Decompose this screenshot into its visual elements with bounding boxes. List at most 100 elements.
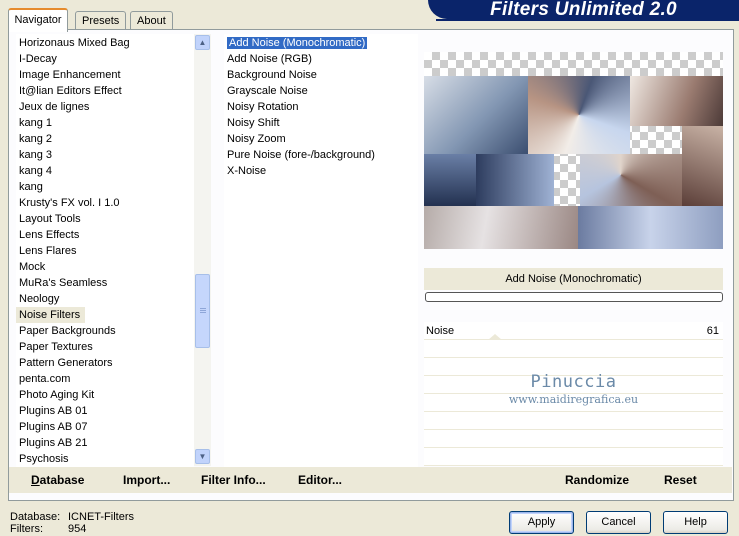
cancel-button[interactable]: Cancel: [586, 511, 651, 534]
randomize-button[interactable]: Randomize: [565, 473, 629, 487]
tab-about[interactable]: About: [130, 11, 173, 30]
category-item[interactable]: Psychosis: [16, 451, 194, 467]
category-item[interactable]: Lens Flares: [16, 243, 194, 259]
filter-item[interactable]: Add Noise (Monochromatic): [224, 35, 418, 51]
reset-button[interactable]: Reset: [664, 473, 697, 487]
filter-item-label: Background Noise: [227, 69, 317, 81]
filter-info-label: Filter Info...: [201, 473, 266, 487]
category-item[interactable]: Mock: [16, 259, 194, 275]
category-item[interactable]: Pattern Generators: [16, 355, 194, 371]
category-item[interactable]: Noise Filters: [16, 307, 86, 323]
filter-item[interactable]: Noisy Shift: [224, 115, 418, 131]
category-item[interactable]: Image Enhancement: [16, 67, 194, 83]
filter-item[interactable]: Add Noise (RGB): [224, 51, 418, 67]
preview-tile: [424, 76, 528, 154]
category-item[interactable]: It@lian Editors Effect: [16, 83, 194, 99]
filter-item[interactable]: Grayscale Noise: [224, 83, 418, 99]
filter-item[interactable]: X-Noise: [224, 163, 418, 179]
preview-tile: [424, 206, 578, 249]
grip-line: [200, 310, 206, 311]
editor-button[interactable]: Editor...: [298, 473, 342, 487]
category-item[interactable]: Jeux de lignes: [16, 99, 194, 115]
app-title: Filters Unlimited 2.0: [490, 0, 677, 20]
filter-item[interactable]: Noisy Zoom: [224, 131, 418, 147]
grip-line: [200, 312, 206, 313]
status-filters-key: Filters:: [10, 523, 43, 535]
filter-list[interactable]: Add Noise (Monochromatic) Add Noise (RGB)…: [224, 34, 418, 467]
category-item[interactable]: Paper Backgrounds: [16, 323, 194, 339]
status-database-key: Database:: [10, 511, 61, 523]
apply-button[interactable]: Apply: [509, 511, 574, 534]
filter-item-label: Noisy Rotation: [227, 101, 299, 113]
tab-presets[interactable]: Presets: [75, 11, 127, 30]
chevron-down-icon: ▼: [198, 452, 207, 461]
preview-tile: [580, 154, 682, 206]
database-hotkey: D: [31, 473, 40, 487]
parameter-row-empty: [424, 412, 723, 430]
watermark-name: Pinuccia: [530, 372, 617, 392]
preview-tile: [528, 76, 630, 154]
parameter-row-empty: [424, 430, 723, 448]
category-item[interactable]: Neology: [16, 291, 194, 307]
filter-info-button[interactable]: Filter Info...: [201, 473, 266, 487]
preview-tile: [476, 154, 554, 206]
watermark-url: www.maidiregrafica.eu: [508, 393, 639, 406]
import-button[interactable]: Import...: [123, 473, 170, 487]
filter-item[interactable]: Noisy Rotation: [224, 99, 418, 115]
parameter-row-empty: [424, 334, 723, 358]
category-item[interactable]: Krusty's FX vol. I 1.0: [16, 195, 194, 211]
category-item[interactable]: kang 2: [16, 131, 194, 147]
category-item[interactable]: kang 4: [16, 163, 194, 179]
filter-item-label: X-Noise: [227, 165, 267, 177]
scroll-down-button[interactable]: ▼: [195, 449, 210, 464]
parameter-row-empty: [424, 448, 723, 466]
category-item[interactable]: kang 1: [16, 115, 194, 131]
tab-navigator[interactable]: Navigator: [8, 8, 68, 32]
app-banner: Filters Unlimited 2.0: [428, 0, 739, 20]
database-button[interactable]: Database: [31, 473, 84, 487]
chevron-up-icon: ▲: [198, 38, 207, 47]
editor-label: Editor...: [298, 473, 343, 487]
filter-item[interactable]: Pure Noise (fore-/background): [224, 147, 418, 163]
category-item[interactable]: Plugins AB 07: [16, 419, 194, 435]
category-item[interactable]: I-Decay: [16, 51, 194, 67]
import-label: Import...: [123, 473, 171, 487]
parameter-value: 61: [706, 325, 719, 337]
database-label: atabase: [39, 473, 85, 487]
category-list[interactable]: Horizonaus Mixed Bag I-Decay Image Enhance…: [16, 34, 194, 467]
category-scrollbar[interactable]: ▲ ▼: [194, 34, 211, 466]
slider-caret-icon: [488, 334, 502, 340]
grip-line: [200, 308, 206, 309]
category-item[interactable]: Layout Tools: [16, 211, 194, 227]
category-item[interactable]: penta.com: [16, 371, 194, 387]
filter-item-label: Grayscale Noise: [227, 85, 308, 97]
preview-image: [424, 52, 723, 249]
scroll-up-button[interactable]: ▲: [195, 35, 210, 50]
parameter-row[interactable]: Noise 61: [424, 322, 723, 340]
category-item[interactable]: kang 3: [16, 147, 194, 163]
progress-bar: [425, 292, 723, 302]
category-item[interactable]: kang: [16, 179, 194, 195]
status-filters-value: 954: [68, 523, 87, 535]
filter-item-label: Add Noise (Monochromatic): [225, 36, 369, 50]
category-item[interactable]: Paper Textures: [16, 339, 194, 355]
banner-underline: [436, 19, 739, 21]
current-filter-name: Add Noise (Monochromatic): [424, 268, 723, 290]
filter-item-label: Add Noise (RGB): [227, 53, 312, 65]
filter-item-label: Pure Noise (fore-/background): [227, 149, 375, 161]
scroll-thumb[interactable]: [195, 274, 210, 348]
filter-item-label: Noisy Zoom: [227, 133, 286, 145]
category-item[interactable]: MuRa's Seamless: [16, 275, 194, 291]
category-item[interactable]: Lens Effects: [16, 227, 194, 243]
help-button[interactable]: Help: [663, 511, 728, 534]
parameter-label: Noise: [426, 325, 455, 337]
filter-item-label: Noisy Shift: [227, 117, 280, 129]
filter-item[interactable]: Background Noise: [224, 67, 418, 83]
preview-tile: [630, 76, 723, 126]
category-item[interactable]: Photo Aging Kit: [16, 387, 194, 403]
category-item[interactable]: Plugins AB 01: [16, 403, 194, 419]
preview-tile: [682, 126, 723, 206]
category-item[interactable]: Horizonaus Mixed Bag: [16, 35, 194, 51]
preview-tile: [578, 206, 723, 249]
category-item[interactable]: Plugins AB 21: [16, 435, 194, 451]
